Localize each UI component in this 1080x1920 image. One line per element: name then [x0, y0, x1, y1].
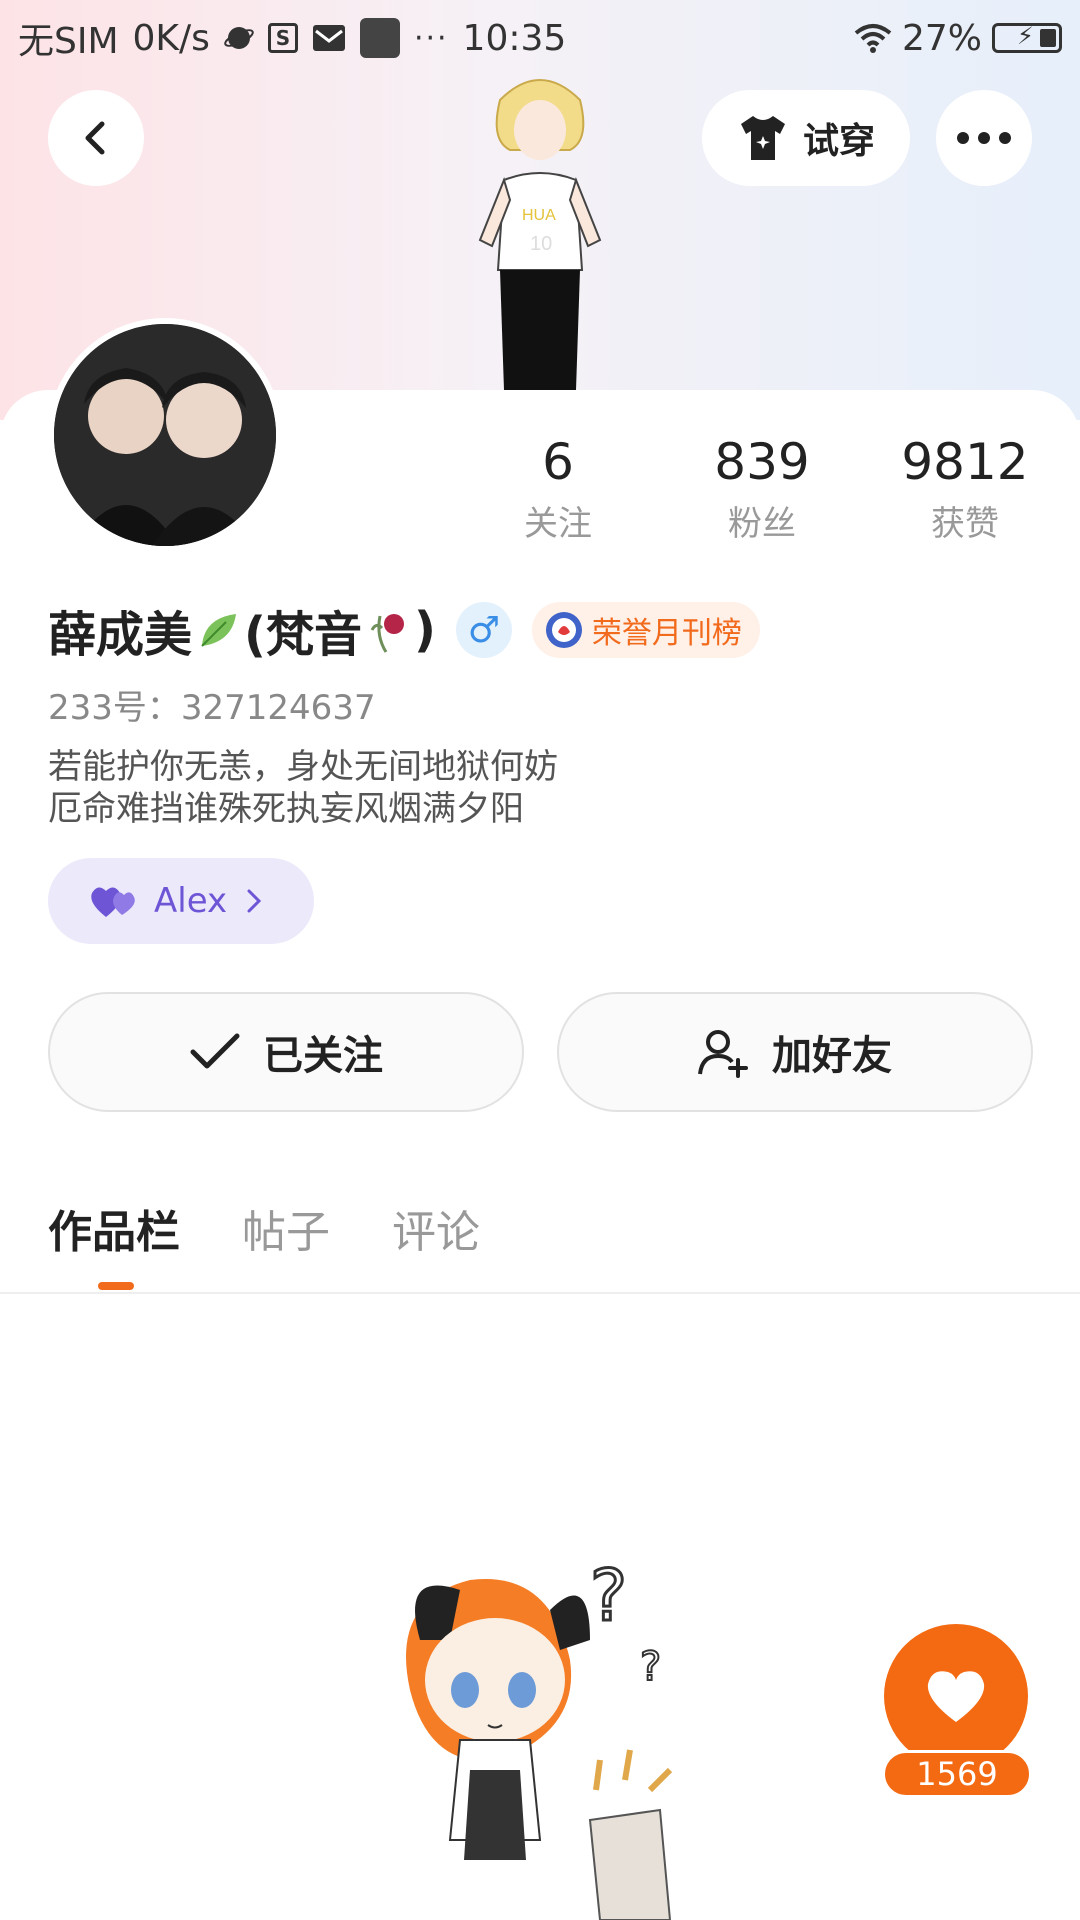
honor-medal-icon	[545, 612, 582, 648]
shirt-icon	[740, 116, 785, 160]
username-text: 薛成美	[48, 607, 193, 663]
app-notification-icon	[359, 18, 400, 58]
try-on-label: 试穿	[802, 121, 875, 162]
cp-relation-pill[interactable]: Alex	[48, 858, 314, 944]
clock: 10:35	[462, 17, 567, 59]
check-icon	[190, 1033, 240, 1069]
gender-male-badge: ♂	[455, 602, 512, 658]
carrier-text: 无SIM	[18, 21, 119, 62]
svg-text:HUA: HUA	[522, 207, 556, 224]
wifi-icon	[854, 23, 892, 53]
honor-badge-label: 荣誉月刊榜	[591, 616, 742, 651]
tabs-divider	[0, 1292, 1080, 1294]
user-id: 233号：327124637	[48, 688, 376, 728]
username-suffix-close: )	[413, 602, 436, 658]
honor-monthly-badge[interactable]: 荣誉月刊榜	[531, 602, 760, 658]
battery-percent: 27%	[901, 17, 982, 59]
stat-following[interactable]: 6 关注	[478, 432, 638, 545]
battery-icon: ⚡	[992, 22, 1062, 53]
status-bar: 无SIM 0K/s S ··· 10:35 27% ⚡	[0, 0, 1080, 76]
bio-line-2: 厄命难挡谁殊死执妄风烟满夕阳	[48, 789, 524, 829]
network-speed: 0K/s	[132, 17, 210, 59]
followed-label: 已关注	[263, 1033, 383, 1079]
tab-works[interactable]: 作品栏	[48, 1196, 180, 1258]
username-suffix-open: (梵音	[244, 607, 362, 663]
mail-icon	[312, 23, 346, 53]
rose-icon	[370, 614, 404, 653]
chevron-left-icon	[85, 121, 105, 155]
stat-fans[interactable]: 839 粉丝	[682, 432, 842, 545]
add-user-icon	[698, 1030, 748, 1078]
empty-state-illustration: ? ?	[406, 1554, 673, 1920]
profile-stats: 6 关注 839 粉丝 9812 获赞	[0, 432, 1080, 545]
dress-up-character[interactable]: HUA 10	[440, 70, 640, 390]
fans-label: 粉丝	[728, 504, 796, 544]
tab-comments[interactable]: 评论	[392, 1196, 480, 1258]
add-friend-button[interactable]: 加好友	[557, 992, 1033, 1112]
s-app-icon: S	[267, 23, 298, 53]
cp-name: Alex	[154, 881, 228, 921]
add-friend-label: 加好友	[772, 1033, 892, 1079]
bio-line-1: 若能护你无恙，身处无间地狱何妨	[48, 747, 558, 787]
following-label: 关注	[524, 504, 592, 544]
profile-tabs: 作品栏 帖子 评论	[48, 1196, 480, 1258]
double-heart-icon	[91, 887, 135, 917]
planet-icon	[224, 23, 254, 53]
male-icon: ♂	[467, 609, 501, 651]
tab-posts[interactable]: 帖子	[242, 1196, 330, 1258]
name-row: 薛成美 (梵音 ) ♂ 荣誉月刊榜	[48, 595, 760, 665]
followed-button[interactable]: 已关注	[48, 992, 524, 1112]
more-dots-icon	[957, 132, 1011, 144]
heart-icon	[927, 1671, 985, 1722]
more-button[interactable]	[936, 90, 1032, 186]
bio: 若能护你无恙，身处无间地狱何妨 厄命难挡谁殊死执妄风烟满夕阳	[48, 746, 558, 830]
chevron-right-icon	[247, 889, 262, 913]
following-count: 6	[542, 433, 574, 491]
svg-text:10: 10	[530, 233, 552, 255]
more-notifications-icon: ···	[413, 20, 449, 56]
try-on-button[interactable]: 试穿	[702, 90, 910, 186]
stat-likes[interactable]: 9812 获赞	[885, 432, 1045, 545]
like-button[interactable]	[884, 1624, 1028, 1768]
active-tab-indicator	[98, 1282, 134, 1290]
fans-count: 839	[714, 433, 810, 491]
username: 薛成美 (梵音 )	[48, 595, 436, 665]
likes-count: 9812	[901, 433, 1029, 491]
back-button[interactable]	[48, 90, 144, 186]
svg-text:?: ?	[640, 1644, 661, 1690]
likes-label: 获赞	[931, 504, 999, 544]
like-count: 1569	[882, 1750, 1032, 1798]
svg-text:?: ?	[590, 1555, 627, 1637]
leaf-icon	[201, 614, 237, 647]
